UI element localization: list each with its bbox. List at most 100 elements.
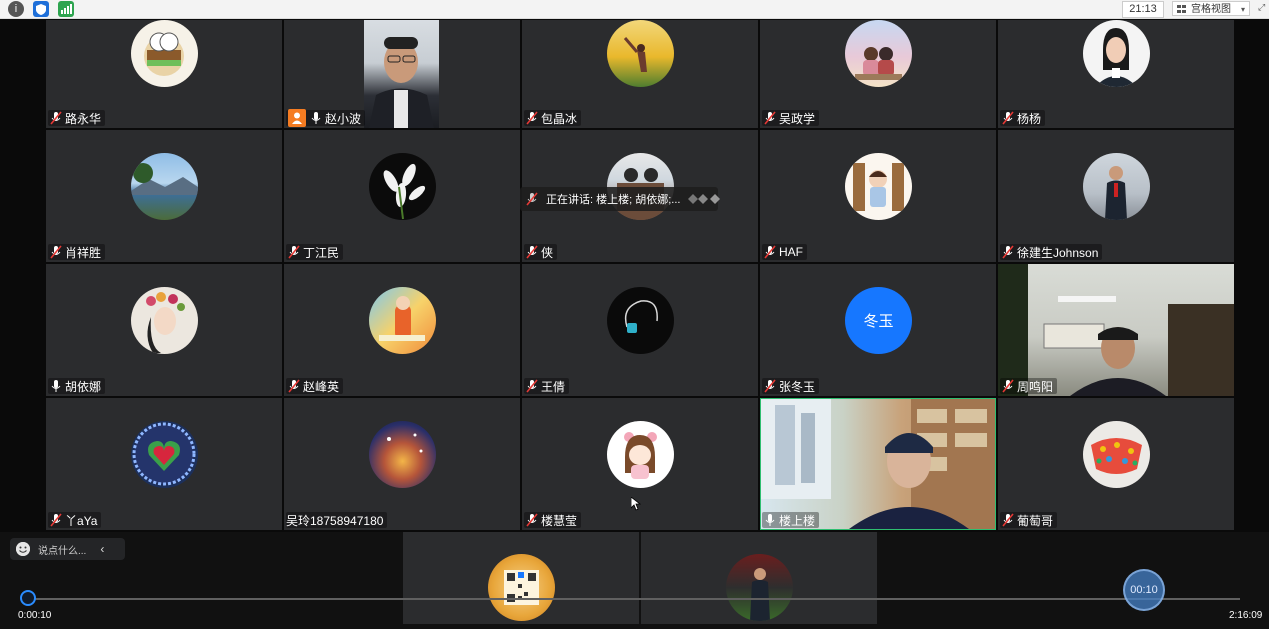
avatar	[726, 554, 793, 621]
participant-tile[interactable]: 徐建生Johnson	[998, 130, 1234, 262]
view-mode-label: 宫格视图	[1191, 4, 1231, 15]
playback-progress-bar[interactable]	[28, 598, 1240, 600]
muted-mic-icon	[50, 111, 62, 125]
participant-name: 张冬玉	[779, 379, 816, 394]
participant-nametag: 楼上楼	[762, 512, 820, 528]
participant-tile[interactable]: 胡依娜	[46, 264, 282, 396]
participant-tile[interactable]: 丫aYa	[46, 398, 282, 530]
participant-video	[761, 399, 995, 529]
chat-input[interactable]: 说点什么... ‹	[10, 538, 125, 560]
muted-mic-icon	[50, 513, 62, 527]
chevron-left-icon[interactable]: ‹	[100, 542, 104, 556]
participant-name: 吴玲18758947180	[286, 513, 384, 528]
participant-tile[interactable]: 吴政学	[760, 20, 996, 128]
avatar-initials: 冬玉	[845, 287, 912, 354]
muted-mic-icon	[764, 245, 776, 259]
participant-nametag: 丁江民	[286, 244, 344, 260]
avatar	[607, 287, 674, 354]
speaking-indicator: 正在讲话: 楼上楼; 胡依娜;...	[520, 187, 721, 211]
participant-tile-active-speaker[interactable]: 楼上楼	[760, 398, 996, 530]
muted-mic-icon	[1002, 513, 1014, 527]
speaking-avatars	[686, 192, 722, 206]
participant-tile[interactable]: 路永华	[46, 20, 282, 128]
participant-nametag: 葡萄哥	[1000, 512, 1058, 528]
view-mode-dropdown[interactable]: 宫格视图 ▾	[1172, 1, 1250, 16]
avatar	[845, 20, 912, 87]
avatar	[607, 20, 674, 87]
avatar	[131, 287, 198, 354]
avatar	[488, 554, 555, 621]
participant-tile[interactable]: 周鸣阳	[998, 264, 1234, 396]
participant-name: 杨杨	[1017, 111, 1042, 126]
participant-nametag: HAF	[762, 244, 807, 260]
participant-tile[interactable]: 肖祥胜	[46, 130, 282, 262]
muted-mic-icon	[526, 111, 538, 125]
participant-tile[interactable]: 赵峰英	[284, 264, 520, 396]
participant-name: 周鸣阳	[1017, 379, 1054, 394]
participant-nametag: 赵峰英	[286, 378, 344, 394]
participant-nametag: 侠	[524, 244, 558, 260]
muted-mic-icon	[1002, 379, 1014, 393]
participant-nametag: 包晶冰	[524, 110, 582, 126]
participant-name: 楼上楼	[779, 513, 816, 528]
participant-nametag: 路永华	[48, 110, 106, 126]
participant-tile[interactable]: 杨杨	[998, 20, 1234, 128]
avatar	[369, 153, 436, 220]
participant-tile[interactable]: 赵小波	[284, 20, 520, 128]
gallery-thumbnail[interactable]	[641, 532, 877, 624]
info-icon[interactable]: i	[8, 1, 24, 17]
muted-mic-icon	[526, 513, 538, 527]
participant-name: 路永华	[65, 111, 102, 126]
muted-mic-icon	[50, 245, 62, 259]
participant-name: 赵小波	[325, 111, 362, 126]
participant-nametag: 丫aYa	[48, 512, 102, 528]
mic-icon	[310, 111, 322, 125]
grid-view-icon	[1177, 5, 1187, 14]
avatar	[369, 421, 436, 488]
participant-tile[interactable]: HAF	[760, 130, 996, 262]
participant-video	[998, 264, 1234, 396]
participant-tile[interactable]: 丁江民	[284, 130, 520, 262]
participant-nametag: 徐建生Johnson	[1000, 244, 1103, 260]
time-bubble[interactable]: 00:10	[1123, 569, 1165, 611]
participant-nametag: 吴玲18758947180	[286, 512, 388, 528]
muted-mic-icon	[764, 111, 776, 125]
participant-video	[364, 20, 439, 128]
avatar	[1083, 153, 1150, 220]
avatar	[131, 421, 198, 488]
participant-name: 包晶冰	[541, 111, 578, 126]
avatar-text: 冬玉	[863, 313, 894, 330]
participant-name: 侠	[541, 245, 554, 260]
muted-mic-icon	[526, 379, 538, 393]
participant-tile[interactable]: 葡萄哥	[998, 398, 1234, 530]
participant-nametag: 周鸣阳	[1000, 378, 1058, 394]
participant-tile[interactable]: 吴玲18758947180	[284, 398, 520, 530]
participant-nametag: 赵小波	[286, 109, 366, 127]
participant-tile[interactable]: 冬玉 张冬玉	[760, 264, 996, 396]
avatar	[131, 20, 198, 87]
speaking-text: 正在讲话: 楼上楼; 胡依娜;...	[546, 194, 681, 206]
participant-name: HAF	[779, 245, 803, 259]
gallery-thumbnail[interactable]	[403, 532, 639, 624]
mic-icon	[764, 513, 776, 527]
time-bubble-text: 00:10	[1130, 584, 1158, 596]
current-time: 0:00:10	[18, 610, 52, 621]
emoji-icon[interactable]	[16, 542, 30, 556]
participant-name: 葡萄哥	[1017, 513, 1054, 528]
shield-icon[interactable]	[33, 1, 49, 17]
participant-name: 徐建生Johnson	[1017, 245, 1099, 260]
participant-nametag: 胡依娜	[48, 378, 106, 394]
fullscreen-icon[interactable]: ⤢	[1258, 2, 1267, 14]
participant-tile[interactable]: 王倩	[522, 264, 758, 396]
playback-scrubber-handle[interactable]	[20, 590, 36, 606]
participant-name: 胡依娜	[65, 379, 102, 394]
top-bar: i 21:13 宫格视图 ▾ ⤢	[0, 0, 1269, 19]
signal-icon[interactable]	[58, 1, 74, 17]
avatar	[607, 421, 674, 488]
participant-name: 丁江民	[303, 245, 340, 260]
host-icon	[288, 109, 306, 127]
participant-name: 楼慧莹	[541, 513, 578, 528]
avatar	[1083, 20, 1150, 87]
muted-mic-icon	[288, 245, 300, 259]
participant-tile[interactable]: 包晶冰	[522, 20, 758, 128]
